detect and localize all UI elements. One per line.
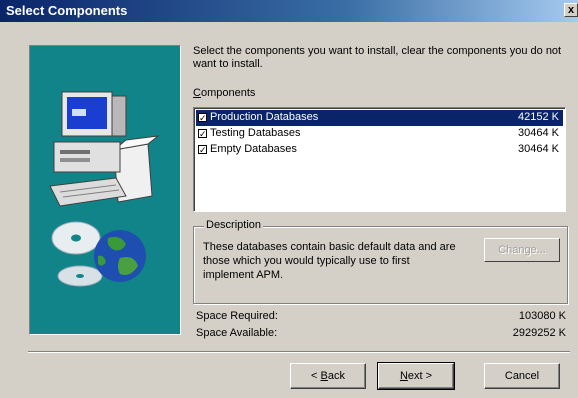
space-available-value: 2929252 K	[512, 327, 566, 339]
space-required-value: 103080 K	[518, 310, 566, 322]
checkmark-icon: ✓	[199, 145, 207, 155]
checkmark-icon: ✓	[199, 129, 207, 139]
back-button[interactable]: < Back	[290, 363, 366, 389]
close-button[interactable]: x	[564, 3, 578, 17]
space-available-label: Space Available:	[196, 327, 278, 339]
intro-text: Select the components you want to instal…	[193, 45, 562, 70]
component-name: Empty Databases	[210, 143, 297, 155]
divider	[28, 351, 570, 353]
list-item[interactable]: ✓ Production Databases 42152 K	[196, 110, 563, 126]
cancel-button[interactable]: Cancel	[484, 363, 560, 389]
checkbox[interactable]: ✓	[198, 129, 207, 139]
globe-icon	[94, 230, 146, 282]
checkmark-icon: ✓	[199, 113, 207, 123]
components-label: Components	[193, 87, 256, 99]
component-name: Testing Databases	[210, 127, 301, 139]
installer-illustration	[29, 45, 181, 335]
component-name: Production Databases	[210, 111, 319, 123]
list-item[interactable]: ✓ Testing Databases 30464 K	[196, 126, 563, 142]
description-legend: Description	[204, 219, 264, 231]
description-text: These databases contain basic default da…	[203, 241, 456, 281]
window-title: Select Components	[6, 3, 128, 18]
checkbox[interactable]: ✓	[198, 145, 207, 155]
component-size: 30464 K	[518, 143, 559, 155]
setup-dialog: Select Components x Select the component…	[0, 0, 578, 398]
component-size: 42152 K	[518, 111, 559, 123]
next-button[interactable]: Next >	[377, 362, 455, 390]
space-required-label: Space Required:	[196, 310, 278, 322]
component-size: 30464 K	[518, 127, 559, 139]
checkbox[interactable]: ✓	[198, 113, 207, 123]
title-bar[interactable]: Select Components x	[0, 0, 578, 22]
list-item[interactable]: ✓ Empty Databases 30464 K	[196, 142, 563, 158]
change-button[interactable]: Change...	[484, 238, 560, 262]
components-list[interactable]: ✓ Production Databases 42152 K ✓ Testing…	[193, 107, 566, 212]
